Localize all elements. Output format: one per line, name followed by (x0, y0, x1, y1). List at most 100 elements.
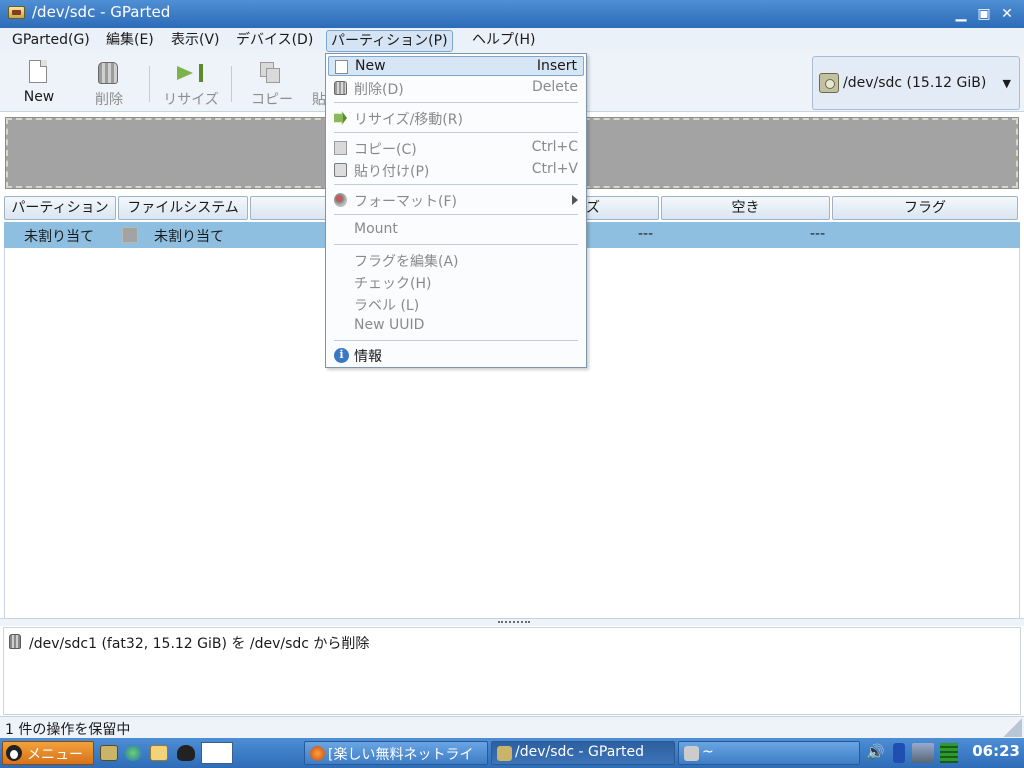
new-document-icon (29, 60, 47, 83)
clock: 06:23 (972, 742, 1020, 760)
maximize-icon[interactable]: ▣ (975, 5, 993, 23)
menu-item-new-uuid[interactable]: New UUID (328, 316, 584, 336)
taskbar: メニュー [楽しい無料ネットライ /dev/sdc - GParted ~ 🔊 … (0, 738, 1024, 768)
format-icon (334, 193, 347, 207)
harddisk-icon (819, 73, 839, 93)
status-text: 1 件の操作を保留中 (5, 722, 131, 738)
gparted-icon (8, 6, 25, 19)
new-button-label: New (23, 89, 55, 105)
menu-device[interactable]: デバイス(D) (232, 30, 317, 52)
resize-grip[interactable] (1004, 717, 1022, 737)
pane-splitter[interactable] (0, 618, 1024, 626)
trash-icon (334, 81, 347, 95)
toolbar-separator (231, 66, 232, 102)
column-header-partition[interactable]: パーティション (4, 196, 116, 220)
task-gparted-label: /dev/sdc - GParted (515, 744, 645, 760)
pending-operation-item[interactable]: /dev/sdc1 (fat32, 15.12 GiB) を /dev/sdc … (29, 633, 369, 653)
menu-item-edit-flags[interactable]: フラグを編集(A) (328, 250, 584, 270)
column-header-flags[interactable]: フラグ (832, 196, 1018, 220)
menu-item-format-label: フォーマット(F) (354, 194, 457, 210)
close-icon[interactable]: ✕ (998, 5, 1016, 23)
menu-item-new[interactable]: New Insert (328, 56, 584, 76)
new-document-icon (335, 60, 348, 74)
row-free: --- (638, 226, 654, 242)
task-browser-label: [楽しい無料ネットライ (328, 747, 474, 763)
menu-item-copy-shortcut: Ctrl+C (531, 139, 578, 155)
gparted-launcher-icon[interactable] (100, 745, 118, 761)
delete-button[interactable]: 削除 (79, 56, 139, 108)
column-header-free[interactable]: 空き (661, 196, 830, 220)
volume-icon[interactable]: 🔊 (866, 743, 885, 763)
cpu-monitor-icon[interactable] (940, 743, 958, 763)
column-header-filesystem[interactable]: ファイルシステム (118, 196, 248, 220)
menu-item-copy[interactable]: コピー(C) Ctrl+C (328, 138, 584, 158)
status-bar: 1 件の操作を保留中 (0, 716, 1024, 738)
menu-separator (334, 102, 578, 103)
menu-item-check-label: チェック(H) (354, 276, 432, 292)
paste-button[interactable]: 貼 (304, 56, 326, 108)
menu-bar: GParted(G) 編集(E) 表示(V) デバイス(D) パーティション(P… (0, 28, 1024, 52)
resize-arrow-icon (177, 64, 203, 82)
copy-button[interactable]: コピー (242, 56, 302, 108)
menu-item-label-label: ラベル (L) (354, 298, 420, 314)
task-browser[interactable]: [楽しい無料ネットライ (304, 741, 488, 765)
trash-icon (9, 634, 21, 649)
tux-icon[interactable] (177, 745, 195, 761)
menu-item-format[interactable]: フォーマット(F) (328, 190, 584, 210)
copy-icon (260, 62, 282, 84)
menu-separator (334, 244, 578, 245)
splitter-grip[interactable] (498, 621, 530, 624)
minimize-icon[interactable]: ▁ (952, 5, 970, 23)
menu-item-delete-label: 削除(D) (354, 82, 404, 98)
resize-arrow-icon (334, 111, 347, 125)
menu-separator (334, 132, 578, 133)
menu-item-paste-label: 貼り付け(P) (354, 164, 430, 180)
menu-help[interactable]: ヘルプ(H) (468, 30, 539, 52)
menu-item-mount[interactable]: Mount (328, 220, 584, 240)
menu-separator (334, 184, 578, 185)
network-icon[interactable] (912, 743, 934, 763)
new-button[interactable]: New (9, 56, 69, 108)
menu-gparted[interactable]: GParted(G) (8, 30, 94, 52)
partition-menu: New Insert 削除(D) Delete リサイズ/移動(R) コピー(C… (325, 53, 587, 368)
menu-partition[interactable]: パーティション(P) (326, 30, 453, 52)
task-terminal-label: ~ (702, 744, 714, 760)
task-terminal[interactable]: ~ (678, 741, 860, 765)
task-gparted[interactable]: /dev/sdc - GParted (491, 741, 675, 765)
chevron-down-icon: ▼ (1002, 77, 1011, 90)
menu-item-resize[interactable]: リサイズ/移動(R) (328, 108, 584, 128)
device-selector[interactable]: /dev/sdc (15.12 GiB) ▼ (812, 56, 1020, 110)
menu-item-mount-label: Mount (354, 221, 398, 237)
paste-icon (334, 163, 347, 177)
menu-view[interactable]: 表示(V) (167, 30, 224, 52)
menu-item-new-shortcut: Insert (536, 58, 577, 74)
menu-item-delete[interactable]: 削除(D) Delete (328, 78, 584, 98)
menu-item-delete-shortcut: Delete (532, 79, 578, 95)
start-menu-label: メニュー (27, 747, 83, 763)
start-menu-button[interactable]: メニュー (2, 741, 94, 765)
window-title: /dev/sdc - GParted (32, 3, 171, 21)
globe-icon[interactable] (124, 745, 142, 761)
row-partition: 未割り当て (24, 229, 94, 245)
desktop-pager[interactable] (201, 742, 233, 764)
row-filesystem: 未割り当て (154, 229, 224, 245)
submenu-arrow-icon (572, 195, 578, 205)
menu-item-edit-flags-label: フラグを編集(A) (354, 254, 459, 270)
menu-item-new-uuid-label: New UUID (354, 317, 425, 333)
column-header-size[interactable]: ズ (585, 196, 659, 220)
menu-item-label[interactable]: ラベル (L) (328, 294, 584, 314)
battery-icon[interactable] (893, 743, 905, 763)
menu-item-paste[interactable]: 貼り付け(P) Ctrl+V (328, 160, 584, 180)
menu-edit[interactable]: 編集(E) (102, 30, 158, 52)
menu-item-paste-shortcut: Ctrl+V (531, 161, 578, 177)
title-bar: /dev/sdc - GParted ▁ ▣ ✕ (0, 0, 1024, 28)
folder-icon[interactable] (150, 745, 168, 761)
gparted-icon (497, 746, 512, 761)
resize-button[interactable]: リサイズ (161, 56, 221, 108)
row-flags: --- (810, 226, 826, 242)
menu-item-info[interactable]: i 情報 (328, 345, 584, 365)
column-header-hidden[interactable] (250, 196, 330, 220)
menu-item-check[interactable]: チェック(H) (328, 272, 584, 292)
menu-separator (334, 340, 578, 341)
copy-icon (334, 141, 347, 155)
